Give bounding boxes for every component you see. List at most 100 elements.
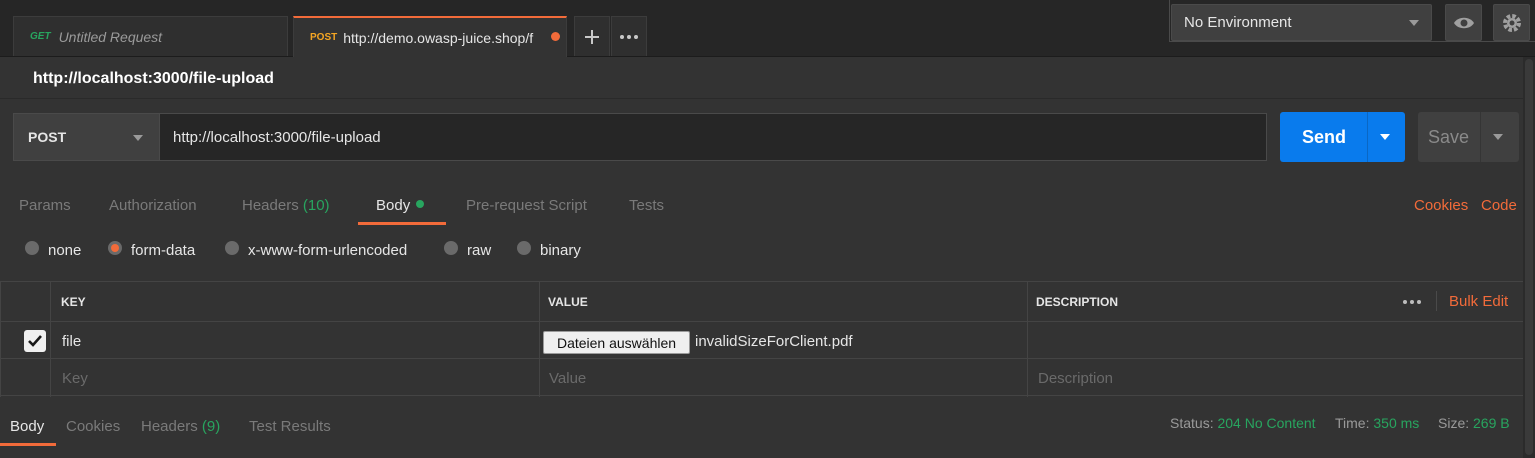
response-time[interactable]: Time: 350 ms (1335, 415, 1419, 431)
column-header-description: DESCRIPTION (1036, 295, 1119, 309)
gear-icon (1502, 13, 1521, 32)
tab-headers[interactable]: Headers (10) (242, 197, 330, 214)
response-size[interactable]: Size: 269 B (1438, 415, 1510, 431)
column-header-key: KEY (61, 295, 86, 309)
body-active-indicator (416, 200, 425, 208)
tab-pre-request-script[interactable]: Pre-request Script (466, 197, 587, 214)
radio-x-www-form-urlencoded[interactable]: x-www-form-urlencoded (225, 240, 408, 259)
url-input[interactable] (159, 113, 1267, 161)
description-input-placeholder[interactable]: Description (1038, 370, 1113, 387)
new-tab-button[interactable] (574, 16, 610, 56)
table-options-button[interactable] (1402, 292, 1422, 310)
unsaved-indicator (551, 32, 560, 41)
plus-icon (585, 29, 599, 44)
bulk-edit-link[interactable]: Bulk Edit (1449, 293, 1508, 310)
divider (0, 282, 1, 397)
headers-count: (9) (201, 418, 221, 435)
radio-label: raw (467, 242, 492, 259)
active-tab-indicator (358, 222, 446, 225)
radio-label: binary (540, 242, 581, 259)
tab-label: Authorization (109, 197, 197, 214)
headers-count: (10) (302, 197, 330, 214)
row-enabled-checkbox[interactable] (24, 330, 46, 352)
tab-label: Pre-request Script (466, 197, 587, 214)
selected-file-name: invalidSizeForClient.pdf (695, 333, 853, 350)
send-button[interactable]: Send (1280, 112, 1405, 162)
tab-name: Untitled Request (58, 28, 163, 45)
radio-circle-icon (225, 240, 239, 255)
radio-label: x-www-form-urlencoded (248, 242, 408, 259)
choose-file-button[interactable]: Dateien auswählen (543, 331, 690, 354)
table-row-empty (0, 359, 1531, 396)
tab-method-badge: GET (30, 31, 51, 42)
response-tab-test-results[interactable]: Test Results (249, 418, 331, 435)
divider (50, 282, 51, 397)
settings-button[interactable] (1493, 4, 1530, 41)
environment-selected: No Environment (1184, 14, 1292, 31)
radio-label: form-data (131, 242, 196, 259)
tab-label: Headers (242, 197, 299, 214)
ellipsis-icon (1403, 300, 1421, 304)
tab-label: Tests (629, 197, 665, 214)
radio-none[interactable]: none (25, 240, 82, 259)
tab-method-badge: POST (310, 32, 338, 43)
cookies-link[interactable]: Cookies (1414, 197, 1468, 214)
tab-label: Body (10, 418, 45, 435)
response-tab-headers[interactable]: Headers (9) (141, 418, 220, 435)
divider (539, 282, 540, 397)
response-tab-body[interactable]: Body (10, 418, 44, 435)
environment-divider (1169, 0, 1170, 42)
status-value: 204 No Content (1217, 415, 1316, 431)
eye-icon (1453, 17, 1474, 28)
divider (1436, 291, 1437, 311)
tab-label: Test Results (249, 418, 331, 435)
scrollbar[interactable] (1523, 57, 1535, 458)
radio-circle-icon (444, 240, 458, 255)
tab-tests[interactable]: Tests (629, 197, 664, 214)
tab-params[interactable]: Params (19, 197, 71, 214)
divider (1480, 112, 1481, 162)
status-label: Status: (1170, 415, 1214, 431)
tab-authorization[interactable]: Authorization (109, 197, 197, 214)
environment-selector[interactable]: No Environment (1171, 4, 1432, 41)
request-title: http://localhost:3000/file-upload (33, 70, 274, 87)
divider (1367, 112, 1368, 162)
tab-body[interactable]: Body (376, 197, 425, 214)
response-status[interactable]: Status: 204 No Content (1170, 415, 1316, 431)
radio-selected-icon (108, 240, 122, 255)
save-options-chevron-icon[interactable] (1493, 134, 1503, 140)
radio-raw[interactable]: raw (444, 240, 492, 259)
tab-label: Params (19, 197, 71, 214)
response-tab-cookies[interactable]: Cookies (66, 418, 120, 435)
time-label: Time: (1335, 415, 1370, 431)
environment-quick-look-button[interactable] (1445, 4, 1482, 41)
send-options-chevron-icon[interactable] (1380, 134, 1390, 140)
tab-untitled-request[interactable]: GET Untitled Request (13, 16, 288, 56)
environment-divider-bottom (1169, 41, 1535, 42)
divider (1027, 282, 1028, 397)
scrollbar-thumb[interactable] (1525, 59, 1533, 455)
chevron-down-icon (133, 135, 143, 141)
tab-file-upload-request[interactable]: POST http://demo.owasp-juice.shop/f (293, 16, 567, 57)
code-link[interactable]: Code (1481, 197, 1517, 214)
radio-binary[interactable]: binary (517, 240, 581, 259)
save-label: Save (1428, 126, 1470, 147)
key-input-placeholder[interactable]: Key (62, 370, 88, 387)
checkmark-icon (28, 335, 42, 347)
save-button[interactable]: Save (1418, 112, 1519, 162)
tab-name: http://demo.owasp-juice.shop/f (343, 29, 534, 46)
send-label: Send (1302, 126, 1347, 147)
key-cell[interactable]: file (62, 333, 81, 350)
method-selector[interactable]: POST (13, 113, 159, 161)
ellipsis-icon (620, 34, 638, 39)
radio-circle-icon (25, 240, 39, 255)
tab-options-button[interactable] (611, 16, 647, 56)
tab-label: Cookies (66, 418, 121, 435)
radio-label: none (48, 242, 82, 259)
tab-label: Body (376, 197, 411, 214)
size-label: Size: (1438, 415, 1470, 431)
radio-form-data[interactable]: form-data (108, 240, 196, 259)
table-header-row (0, 282, 1531, 322)
value-input-placeholder[interactable]: Value (549, 370, 586, 387)
active-tab-indicator (0, 443, 56, 446)
